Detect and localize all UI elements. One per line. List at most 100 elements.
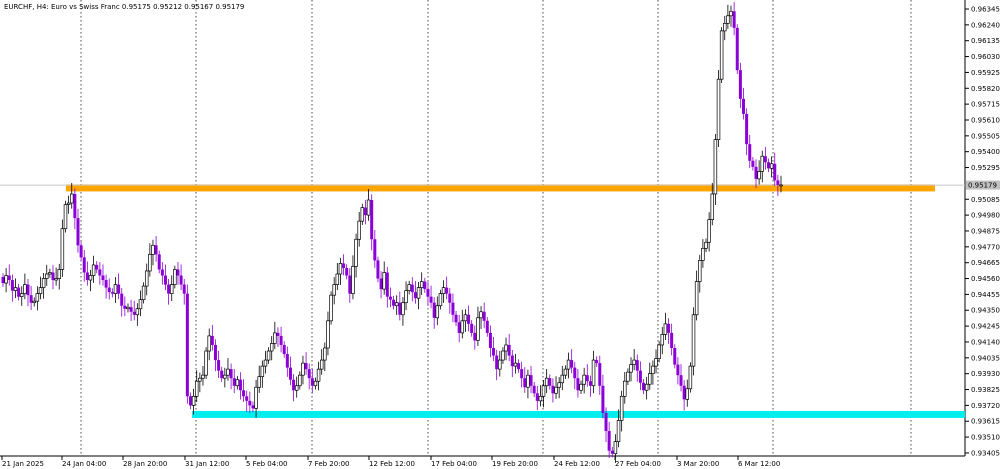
candle [363, 200, 367, 225]
candle [544, 368, 549, 394]
candle [338, 257, 343, 286]
candle [629, 357, 633, 382]
x-tick-label: 31 Jan 12:00 [185, 460, 229, 468]
candle-body-bull [48, 272, 52, 275]
candle [694, 270, 699, 321]
candle [120, 288, 124, 317]
candle [576, 368, 580, 398]
candle [76, 208, 80, 253]
candle-body-bull [757, 170, 761, 180]
candle [423, 277, 427, 293]
candle-body-bear [738, 70, 742, 99]
candle-body-bear [117, 284, 121, 294]
candle-body-bull [126, 306, 130, 310]
candle [373, 230, 377, 268]
candle-body-bull [151, 244, 155, 255]
candle-body-bull [351, 266, 355, 294]
candle [113, 277, 118, 303]
candle [132, 300, 136, 321]
candle [104, 274, 108, 299]
x-tick-label: 5 Feb 04:00 [246, 460, 287, 468]
horizontal-levels [0, 184, 965, 418]
candle-body-bear [242, 390, 246, 397]
price-tag-label: 0.95179 [968, 182, 997, 190]
candle-body-bull [629, 364, 633, 373]
candle-body-bull [591, 359, 596, 387]
candle-body-bull [313, 380, 318, 387]
candle-body-bull [716, 78, 721, 140]
candle [141, 282, 146, 304]
candle-body-bear [535, 393, 539, 401]
candle [488, 325, 492, 358]
candle-body-bull [526, 374, 530, 388]
candle [85, 261, 89, 286]
candle-body-bear [429, 296, 433, 303]
candle-body-bear [220, 370, 224, 379]
candle [642, 378, 646, 395]
candle [182, 278, 186, 305]
candle [316, 361, 321, 391]
candle-body-bull [38, 287, 43, 294]
candle-body-bear [482, 311, 486, 321]
y-tick-label: 0.93615 [971, 418, 1000, 426]
candle [463, 309, 468, 332]
candle-body-bull [538, 395, 543, 402]
candle [698, 254, 702, 293]
candle-body-bull [416, 287, 421, 299]
candle [429, 285, 433, 309]
candle [723, 15, 727, 41]
candle-body-bull [366, 199, 371, 216]
candle [251, 401, 255, 413]
candle [426, 281, 430, 306]
candle [769, 156, 774, 178]
candle-body-bull [616, 420, 621, 442]
candle [285, 346, 289, 377]
candle [213, 339, 217, 372]
candle [635, 354, 639, 382]
candlestick-chart: 0.96345 0.96240 0.96135 0.96030 0.95925 0.958… [0, 0, 1000, 468]
candle [229, 363, 233, 390]
candle [523, 367, 527, 393]
candle [601, 374, 605, 419]
candle-body-bull [654, 358, 658, 367]
y-tick-label: 0.94245 [971, 323, 1000, 331]
candle [217, 350, 221, 379]
candle-body-bull [648, 373, 652, 385]
y-tick-label: 0.94770 [971, 243, 1000, 251]
candle-body-bear [638, 370, 642, 383]
candle-body-bear [110, 292, 114, 294]
candle-body-bear [370, 200, 374, 240]
candle-body-bull [660, 334, 665, 346]
candle-body-bull [513, 362, 518, 367]
candle-body-bear [120, 293, 124, 306]
candle [98, 262, 102, 285]
candle [1, 273, 5, 287]
candle [438, 289, 443, 310]
candle-body-bear [607, 431, 611, 451]
candle-body-bear [276, 332, 280, 336]
candle [345, 264, 349, 280]
candle [354, 233, 358, 278]
candle [54, 267, 58, 286]
candle-body-bull [63, 204, 68, 230]
candle-body-bull [23, 284, 27, 294]
candle-body-bull [360, 207, 365, 222]
candle [470, 320, 474, 337]
y-tick-label: 0.95610 [971, 116, 1000, 124]
candle [329, 291, 333, 325]
candle [191, 388, 196, 415]
candle-body-bear [523, 378, 527, 388]
candle [588, 375, 592, 397]
candle [548, 374, 552, 390]
candle [485, 317, 489, 337]
candle-body-bear [448, 293, 452, 303]
candle [269, 336, 274, 361]
candle-body-bull [460, 320, 465, 334]
candle [129, 299, 133, 321]
y-tick-label: 0.95715 [971, 101, 1000, 109]
candle-body-bear [167, 284, 171, 294]
candle-body-bear [385, 272, 389, 297]
candle-body-bull [148, 254, 152, 272]
candle-body-bear [251, 405, 255, 409]
candle [232, 368, 236, 394]
